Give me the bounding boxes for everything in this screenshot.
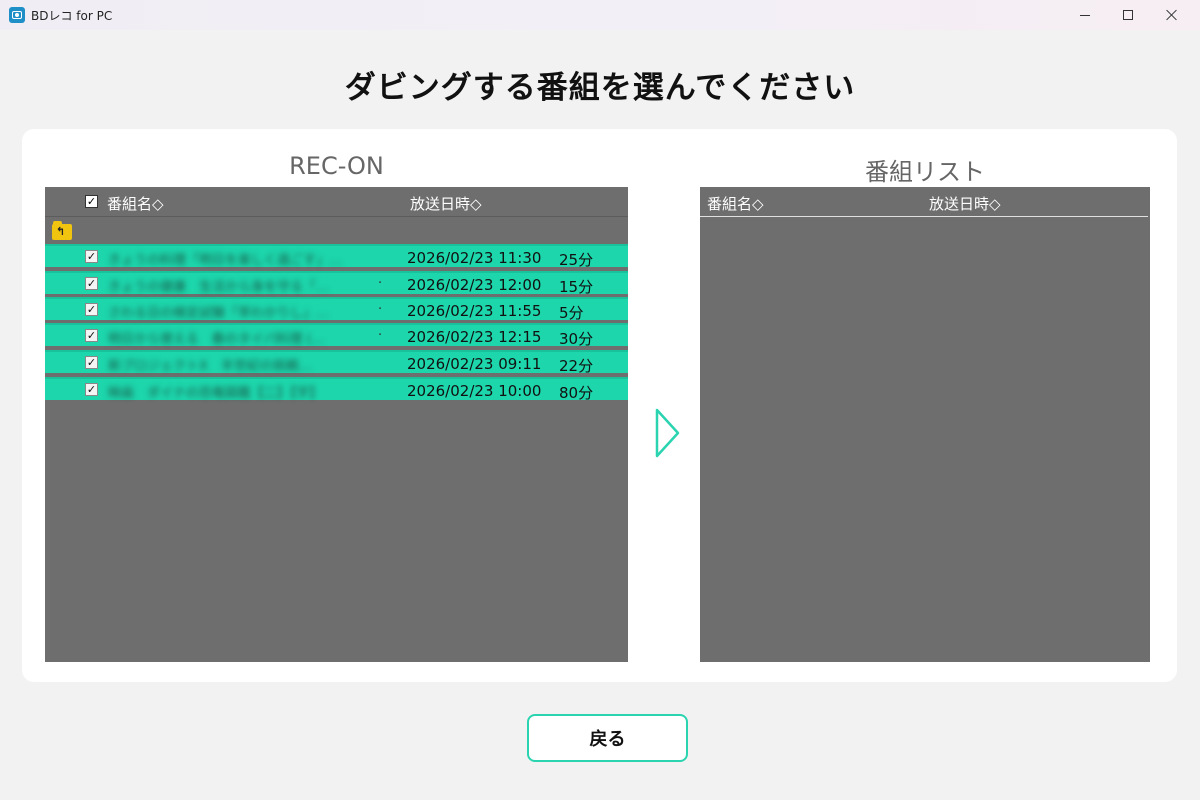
duration: 22分 [559, 357, 594, 375]
program-name: 明日から使える 春のタイパ料理 (… [108, 332, 325, 345]
sort-by-name-header[interactable]: 番組名◇ [107, 193, 164, 214]
broadcast-datetime: 2026/02/23 12:00 [407, 276, 542, 294]
duration: 30分 [559, 330, 594, 348]
close-button[interactable] [1148, 0, 1194, 30]
back-button[interactable]: 戻る [527, 714, 688, 762]
program-row[interactable]: ✓ さわる日の検定試験「早わかりし」… · 2026/02/23 11:55 5… [45, 297, 628, 322]
target-program-list[interactable]: 番組名◇ 放送日時◇ [700, 187, 1150, 662]
window-title: BDレコ for PC [31, 9, 113, 23]
source-list-header: ✓ 番組名◇ 放送日時◇ [45, 187, 628, 217]
truncation-dot: · [378, 328, 383, 343]
sort-by-date-header[interactable]: 放送日時◇ [410, 193, 482, 214]
transfer-arrow-icon[interactable] [654, 407, 682, 459]
page-title: ダビングする番組を選んでください [344, 70, 856, 106]
close-icon [1165, 9, 1177, 21]
program-name: きょうの料理「明日を楽しく過ごす」… [108, 253, 343, 266]
row-checkbox[interactable]: ✓ [85, 303, 98, 316]
program-row[interactable]: ✓ きょうの健康 生活から身を守る「… · 2026/02/23 12:00 1… [45, 271, 628, 296]
program-row[interactable]: ✓ 新プロジェクトX 半世紀の挑戦… 2026/02/23 09:11 22分 [45, 350, 628, 375]
source-panel-title: REC-ON [289, 152, 384, 180]
duration: 15分 [559, 278, 594, 296]
broadcast-datetime: 2026/02/23 10:00 [407, 382, 542, 400]
truncation-dot: · [378, 276, 383, 291]
program-row[interactable]: ✓ きょうの料理「明日を楽しく過ごす」… 2026/02/23 11:30 25… [45, 244, 628, 269]
row-checkbox[interactable]: ✓ [85, 356, 98, 369]
broadcast-datetime: 2026/02/23 12:15 [407, 328, 542, 346]
broadcast-datetime: 2026/02/23 09:11 [407, 355, 542, 373]
minimize-icon [1080, 14, 1090, 16]
row-checkbox[interactable]: ✓ [85, 250, 98, 263]
duration: 5分 [559, 304, 584, 322]
row-checkbox[interactable]: ✓ [85, 383, 98, 396]
broadcast-datetime: 2026/02/23 11:30 [407, 249, 542, 267]
maximize-icon [1123, 10, 1133, 20]
target-list-header: 番組名◇ 放送日時◇ [700, 187, 1148, 217]
duration: 25分 [559, 251, 594, 269]
minimize-button[interactable] [1062, 0, 1108, 30]
program-row[interactable]: ✓ 明日から使える 春のタイパ料理 (… · 2026/02/23 12:15 … [45, 323, 628, 348]
maximize-button[interactable] [1105, 0, 1151, 30]
program-row[interactable]: ✓ 映画 ダイナの恐竜図鑑【二】【字】 2026/02/23 10:00 80分 [45, 377, 628, 402]
sort-by-date-header[interactable]: 放送日時◇ [929, 193, 1001, 214]
title-bar: BDレコ for PC [0, 0, 1200, 30]
source-program-list[interactable]: ✓ 番組名◇ 放送日時◇ ↰ ✓ きょうの料理「明日を楽しく過ごす」… 2026… [45, 187, 628, 662]
row-checkbox[interactable]: ✓ [85, 329, 98, 342]
program-name: さわる日の検定試験「早わかりし」… [108, 306, 330, 319]
sort-by-name-header[interactable]: 番組名◇ [707, 193, 764, 214]
truncation-dot: · [378, 302, 383, 317]
folder-up-icon[interactable]: ↰ [52, 221, 72, 240]
row-checkbox[interactable]: ✓ [85, 277, 98, 290]
program-list-title: 番組リスト [865, 158, 985, 186]
duration: 80分 [559, 384, 594, 402]
program-name: きょうの健康 生活から身を守る「… [108, 280, 330, 293]
program-name: 新プロジェクトX 半世紀の挑戦… [108, 359, 312, 372]
app-icon [9, 7, 25, 23]
program-name: 映画 ダイナの恐竜図鑑【二】【字】 [108, 386, 323, 399]
select-all-checkbox[interactable]: ✓ [85, 195, 98, 208]
broadcast-datetime: 2026/02/23 11:55 [407, 302, 542, 320]
